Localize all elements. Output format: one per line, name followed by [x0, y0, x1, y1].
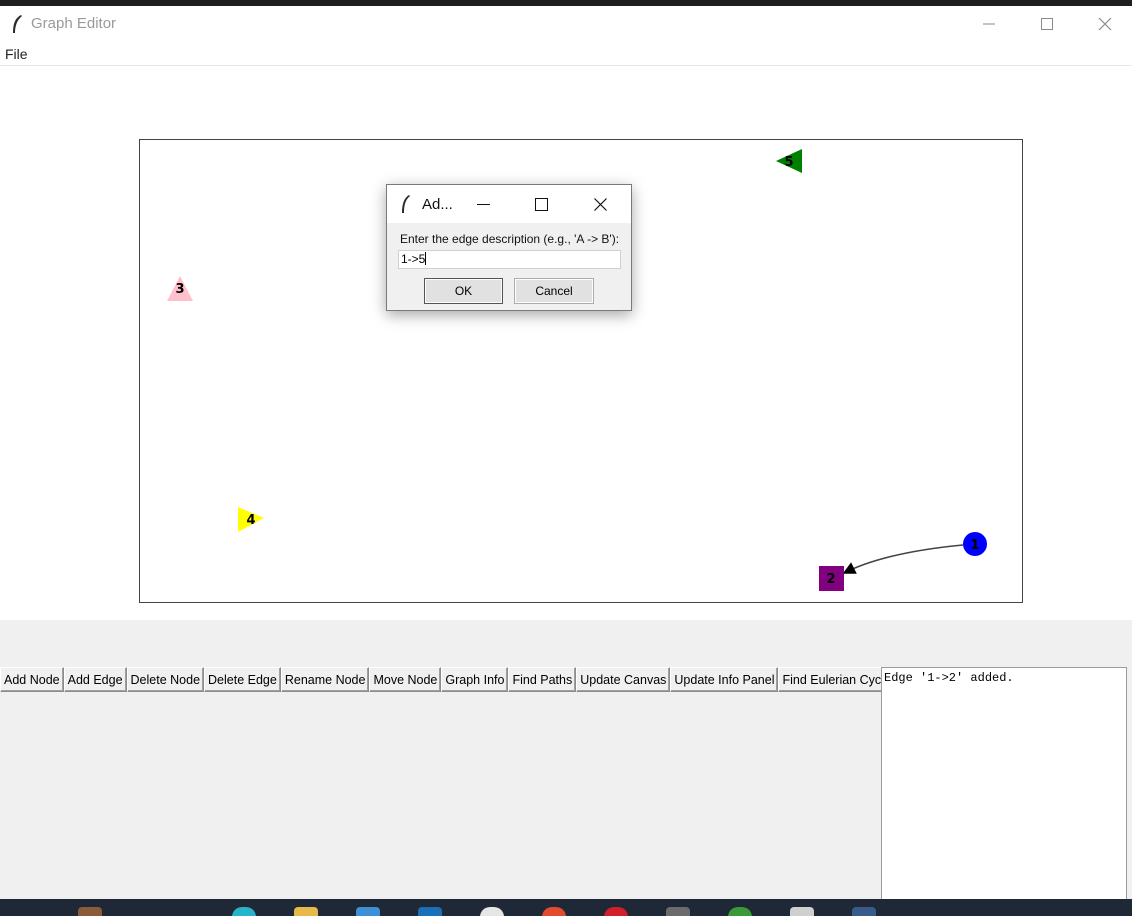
dialog-close-button[interactable] [580, 191, 620, 217]
find-paths-button[interactable]: Find Paths [508, 667, 577, 692]
rename-node-button[interactable]: Rename Node [280, 667, 370, 692]
edge-description-input[interactable]: 1->5 [398, 250, 621, 269]
close-button[interactable] [1076, 6, 1132, 42]
app-icon[interactable] [232, 907, 256, 916]
folder-icon[interactable] [294, 907, 318, 916]
app-icon[interactable] [542, 907, 566, 916]
app-icon[interactable] [418, 907, 442, 916]
node-5[interactable]: 5 [776, 149, 802, 173]
node-3-label: 3 [175, 282, 184, 297]
window-titlebar[interactable]: Graph Editor [0, 6, 1132, 42]
feather-icon [402, 195, 410, 213]
menu-file[interactable]: File [5, 46, 28, 62]
action-toolbar: Add Node Add Edge Delete Node Delete Edge Re… [0, 667, 895, 692]
minimize-button[interactable] [960, 6, 1018, 42]
add-edge-button[interactable]: Add Edge [63, 667, 127, 692]
node-1-label: 1 [970, 538, 979, 553]
node-3[interactable]: 3 [167, 276, 193, 301]
close-icon [593, 197, 607, 211]
text-caret [425, 252, 427, 265]
edge-description-value: 1->5 [401, 252, 426, 266]
app-icon[interactable] [852, 907, 876, 916]
os-taskbar [0, 899, 1132, 916]
move-node-button[interactable]: Move Node [369, 667, 442, 692]
dialog-minimize-button[interactable] [463, 191, 503, 217]
app-icon[interactable] [790, 907, 814, 916]
update-info-panel-button[interactable]: Update Info Panel [670, 667, 779, 692]
add-node-button[interactable]: Add Node [0, 667, 64, 692]
info-panel[interactable]: Edge '1->2' added. [881, 667, 1127, 900]
dialog-title: Ad... [422, 196, 453, 213]
delete-node-button[interactable]: Delete Node [126, 667, 205, 692]
menu-bar: File [0, 42, 1132, 66]
node-4[interactable]: 4 [238, 507, 264, 532]
info-panel-text: Edge '1->2' added. [884, 671, 1014, 685]
cancel-button[interactable]: Cancel [514, 278, 594, 304]
maximize-button[interactable] [1018, 6, 1076, 42]
app-icon[interactable] [666, 907, 690, 916]
minimize-icon [476, 203, 490, 205]
edge-description-label: Enter the edge description (e.g., 'A -> … [400, 232, 620, 246]
app-icon[interactable] [356, 907, 380, 916]
dialog-titlebar[interactable]: Ad... [387, 185, 631, 223]
window-title: Graph Editor [31, 15, 117, 32]
find-eulerian-cycle-button[interactable]: Find Eulerian Cycle [778, 667, 895, 692]
node-5-label: 5 [784, 155, 793, 170]
dialog-maximize-button[interactable] [521, 191, 561, 217]
minimize-icon [983, 23, 995, 25]
maximize-icon [534, 197, 548, 211]
browser-icon[interactable] [604, 907, 628, 916]
app-icon[interactable] [480, 907, 504, 916]
app-icon[interactable] [78, 907, 102, 916]
edge-1-2[interactable] [842, 544, 964, 574]
ok-button[interactable]: OK [424, 278, 503, 304]
node-4-label: 4 [246, 513, 255, 528]
add-edge-dialog: Ad... Enter the edge description (e.g., … [386, 184, 632, 311]
maximize-icon [1041, 18, 1053, 30]
node-2-label: 2 [826, 572, 835, 587]
feather-icon [13, 15, 22, 33]
app-icon[interactable] [728, 907, 752, 916]
node-2[interactable]: 2 [819, 566, 844, 591]
close-icon [1098, 17, 1112, 31]
graph-info-button[interactable]: Graph Info [441, 667, 509, 692]
node-1[interactable]: 1 [963, 532, 987, 556]
delete-edge-button[interactable]: Delete Edge [204, 667, 281, 692]
update-canvas-button[interactable]: Update Canvas [576, 667, 671, 692]
